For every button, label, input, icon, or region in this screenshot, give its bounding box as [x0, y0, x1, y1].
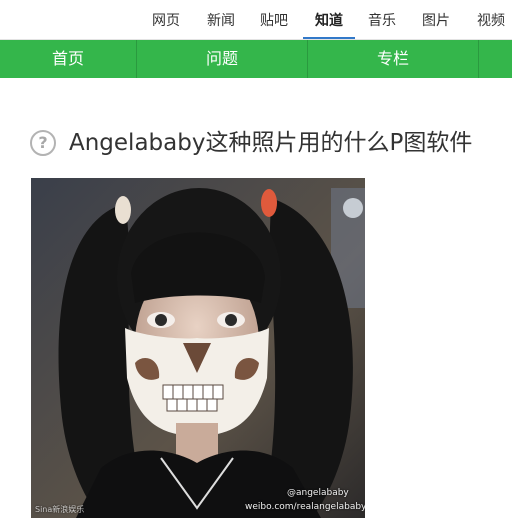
watermark-url: weibo.com/realangelababy [245, 502, 365, 512]
tab-zhidao[interactable]: 知道 [303, 0, 355, 40]
tab-webpage[interactable]: 网页 [146, 0, 186, 40]
watermark-sina: Sina新浪娱乐 [35, 505, 85, 514]
tab-images[interactable]: 图片 [416, 0, 456, 40]
nav-questions[interactable]: 问题 [137, 40, 307, 78]
photo-image [31, 178, 365, 518]
nav-divider [478, 40, 479, 78]
question-photo[interactable]: @angelababy weibo.com/realangelababy Sin… [31, 178, 365, 518]
nav-columns[interactable]: 专栏 [308, 40, 478, 78]
nav-home[interactable]: 首页 [0, 40, 136, 78]
question-circle-icon: ? [30, 130, 56, 156]
channel-nav-bar: 首页 问题 专栏 [0, 40, 512, 78]
tab-news[interactable]: 新闻 [201, 0, 241, 40]
watermark-handle: @angelababy [287, 488, 349, 498]
tab-tieba[interactable]: 贴吧 [254, 0, 294, 40]
tab-video[interactable]: 视频 [471, 0, 511, 40]
tab-music[interactable]: 音乐 [362, 0, 402, 40]
question-title: Angelababy这种照片用的什么P图软件 [69, 130, 473, 156]
search-category-bar: 网页 新闻 贴吧 知道 音乐 图片 视频 [0, 0, 512, 40]
